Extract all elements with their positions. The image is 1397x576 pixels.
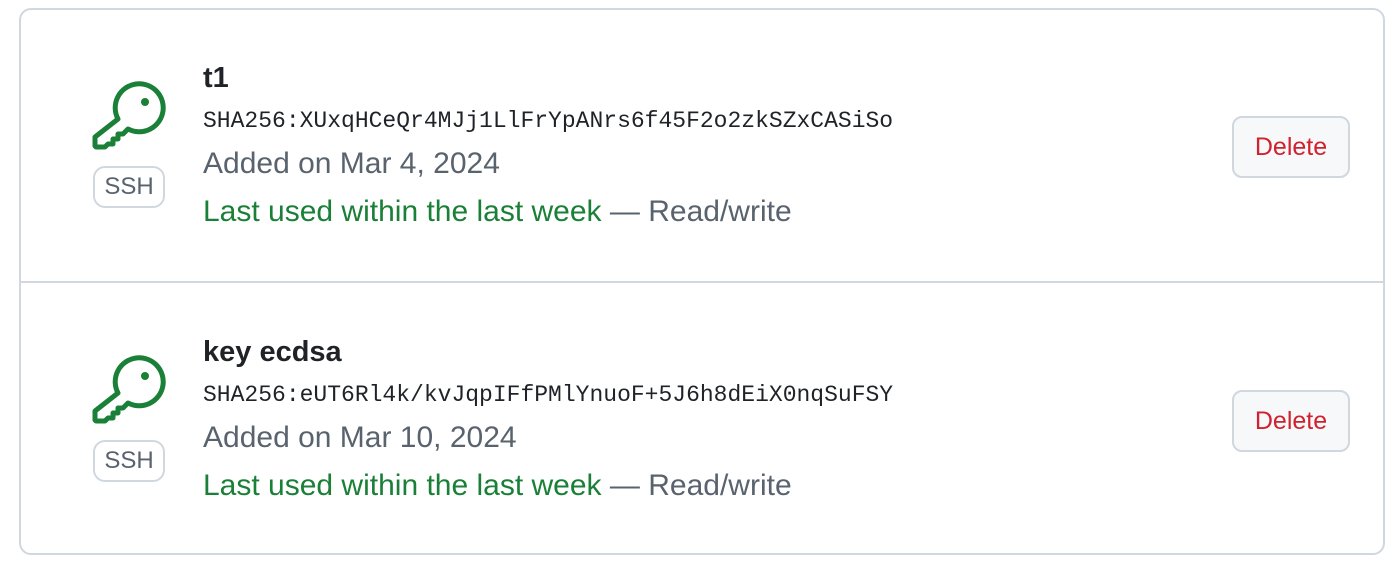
key-added-date: Added on Mar 10, 2024	[203, 421, 517, 454]
delete-key-button[interactable]: Delete	[1232, 116, 1350, 178]
key-details: key ecdsa SHA256:eUT6Rl4k/kvJqpIFfPMlYnu…	[203, 332, 893, 506]
key-type-badge: SSH	[93, 166, 165, 208]
key-access-level: — Read/write	[601, 195, 792, 228]
key-fingerprint: SHA256:eUT6Rl4k/kvJqpIFfPMlYnuoF+5J6h8dE…	[203, 382, 894, 408]
key-usage-line: Last used within the last week — Read/wr…	[203, 192, 893, 232]
ssh-key-row: SSH key ecdsa SHA256:eUT6Rl4k/kvJqpIFfPM…	[21, 284, 1383, 553]
key-last-used: Last used within the last week	[203, 469, 602, 502]
ssh-key-list: SSH t1 SHA256:XUxqHCeQr4MJj1LlFrYpANrs6f…	[19, 8, 1385, 555]
key-icon-column: SSH	[91, 80, 167, 208]
key-details: t1 SHA256:XUxqHCeQr4MJj1LlFrYpANrs6f45F2…	[203, 58, 893, 232]
delete-key-button[interactable]: Delete	[1232, 390, 1350, 452]
key-icon	[91, 80, 167, 156]
ssh-key-row: SSH t1 SHA256:XUxqHCeQr4MJj1LlFrYpANrs6f…	[21, 10, 1383, 283]
key-icon-column: SSH	[91, 354, 167, 482]
key-added-date: Added on Mar 4, 2024	[203, 147, 500, 180]
key-last-used: Last used within the last week	[203, 195, 602, 228]
key-title: t1	[203, 62, 229, 94]
key-fingerprint: SHA256:XUxqHCeQr4MJj1LlFrYpANrs6f45F2o2z…	[203, 108, 894, 134]
key-icon	[91, 354, 167, 430]
key-access-level: — Read/write	[601, 469, 792, 502]
key-title: key ecdsa	[203, 336, 342, 368]
key-usage-line: Last used within the last week — Read/wr…	[203, 466, 893, 506]
key-type-badge: SSH	[93, 440, 165, 482]
